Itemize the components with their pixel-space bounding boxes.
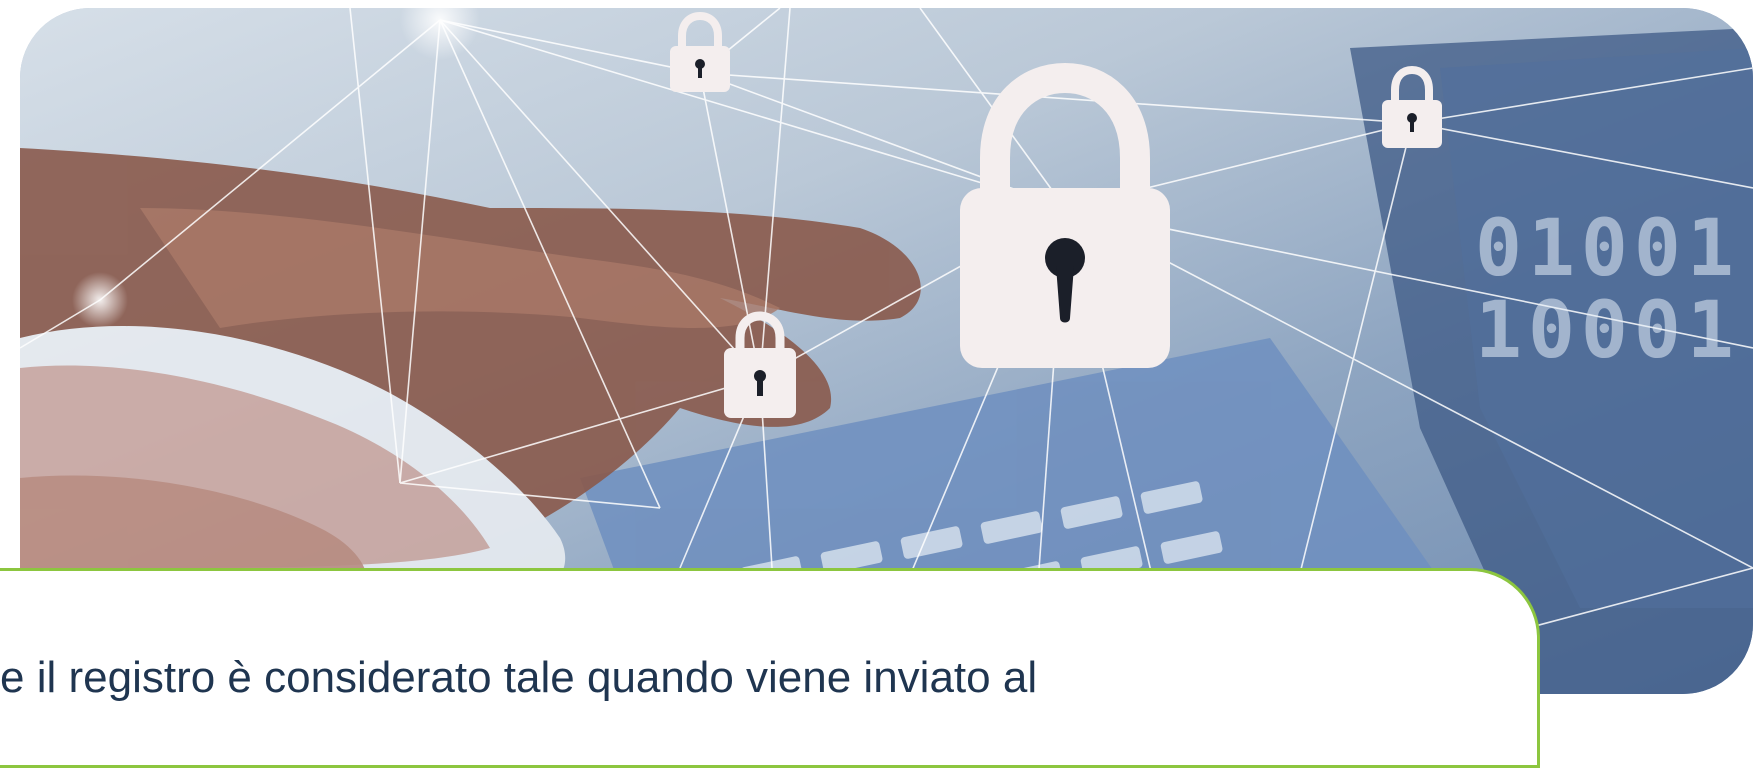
binary-line-2: 10001 [1475, 286, 1740, 376]
binary-code-overlay: 01001 10001 [1475, 208, 1740, 372]
caption-text: e il registro è considerato tale quando … [0, 653, 1038, 702]
binary-line-1: 01001 [1475, 204, 1740, 294]
